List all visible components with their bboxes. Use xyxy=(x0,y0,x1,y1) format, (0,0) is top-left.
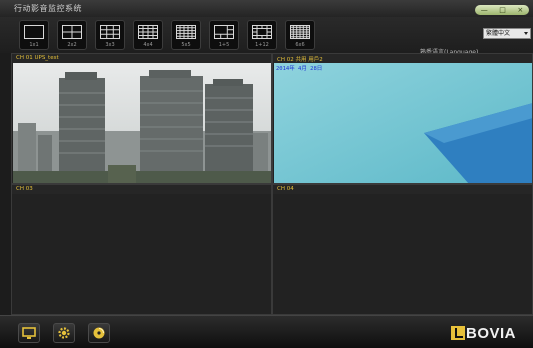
live-view-button[interactable] xyxy=(18,323,40,343)
maximize-button[interactable]: □ xyxy=(499,5,506,15)
layout-4x4-button[interactable]: 4x4 xyxy=(133,20,163,50)
layout-1plus5-button[interactable]: 1+5 xyxy=(209,20,239,50)
channel-grid: CH 01 UPS_test CH 02 共用 用戶2 2014年 4月 28日… xyxy=(11,53,533,315)
layout-label: 3x3 xyxy=(105,42,115,48)
channel-title: CH 04 xyxy=(277,186,294,192)
channel-title: CH 01 UPS_test xyxy=(16,55,59,61)
channel-title: CH 02 共用 用戶2 xyxy=(277,57,323,63)
channel-tile-1[interactable]: CH 01 UPS_test xyxy=(11,53,272,184)
video-timestamp-overlay: 2014年 4月 28日 xyxy=(276,66,323,72)
bottom-bar: BOVIA xyxy=(0,315,533,348)
layout-2x2-icon xyxy=(62,25,82,39)
monitor-icon xyxy=(22,327,36,339)
window-controls: — □ × xyxy=(475,5,529,15)
layout-6x6-button[interactable]: 6x6 xyxy=(285,20,315,50)
channel-header: CH 04 xyxy=(273,185,532,194)
layout-1x1-button[interactable]: 1x1 xyxy=(19,20,49,50)
layout-5x5-button[interactable]: 5x5 xyxy=(171,20,201,50)
layout-label: 5x5 xyxy=(181,42,191,48)
language-select[interactable]: 繁體中文 xyxy=(483,28,531,39)
language-value: 繁體中文 xyxy=(486,30,511,37)
layout-label: 2x2 xyxy=(67,42,77,48)
layout-6x6-icon xyxy=(290,25,310,39)
channel-header: CH 01 UPS_test xyxy=(12,54,271,63)
channel-header: CH 03 xyxy=(12,185,271,194)
video-feed-blue: 2014年 4月 28日 xyxy=(274,63,532,183)
channel-tile-3[interactable]: CH 03 xyxy=(11,184,272,315)
layout-label: 6x6 xyxy=(295,42,305,48)
layout-label: 1+12 xyxy=(255,42,269,48)
layout-3x3-button[interactable]: 3x3 xyxy=(95,20,125,50)
layout-3x3-icon xyxy=(100,25,120,39)
layout-1plus12-button[interactable]: 1+12 xyxy=(247,20,277,50)
layout-2x2-button[interactable]: 2x2 xyxy=(57,20,87,50)
brand-mark-icon xyxy=(451,326,465,340)
gear-icon xyxy=(58,327,70,339)
window-title: 行动影音监控系统 xyxy=(14,4,82,13)
channel-header: CH 02 共用 用戶2 xyxy=(273,54,532,63)
layout-label: 1+5 xyxy=(218,42,230,48)
close-button[interactable]: × xyxy=(517,5,523,15)
layout-toolbar: 1x1 2x2 3x3 4x4 5x5 1+5 1+12 6x6 xyxy=(0,17,533,56)
layout-1plus12-icon xyxy=(252,25,272,39)
layout-label: 1x1 xyxy=(29,42,39,48)
channel-title: CH 03 xyxy=(16,186,33,192)
brand-logo: BOVIA xyxy=(451,325,533,343)
brand-name: BOVIA xyxy=(466,325,517,342)
channel-tile-2[interactable]: CH 02 共用 用戶2 2014年 4月 28日 xyxy=(272,53,533,184)
layout-4x4-icon xyxy=(138,25,158,39)
layout-1x1-icon xyxy=(24,25,44,39)
channel-tile-4[interactable]: CH 04 xyxy=(272,184,533,315)
layout-label: 4x4 xyxy=(143,42,153,48)
playback-button[interactable] xyxy=(88,323,110,343)
layout-5x5-icon xyxy=(176,25,196,39)
chevron-down-icon xyxy=(524,32,528,35)
video-feed-city xyxy=(13,63,271,183)
title-bar: 行动影音监控系统 — □ × xyxy=(0,0,533,18)
disc-icon xyxy=(93,327,105,339)
layout-1plus5-icon xyxy=(214,25,234,39)
minimize-button[interactable]: — xyxy=(481,5,488,15)
app-window: 行动影音监控系统 — □ × 1x1 2x2 3x3 4x4 5x5 1+5 1… xyxy=(0,0,533,348)
settings-button[interactable] xyxy=(53,323,75,343)
